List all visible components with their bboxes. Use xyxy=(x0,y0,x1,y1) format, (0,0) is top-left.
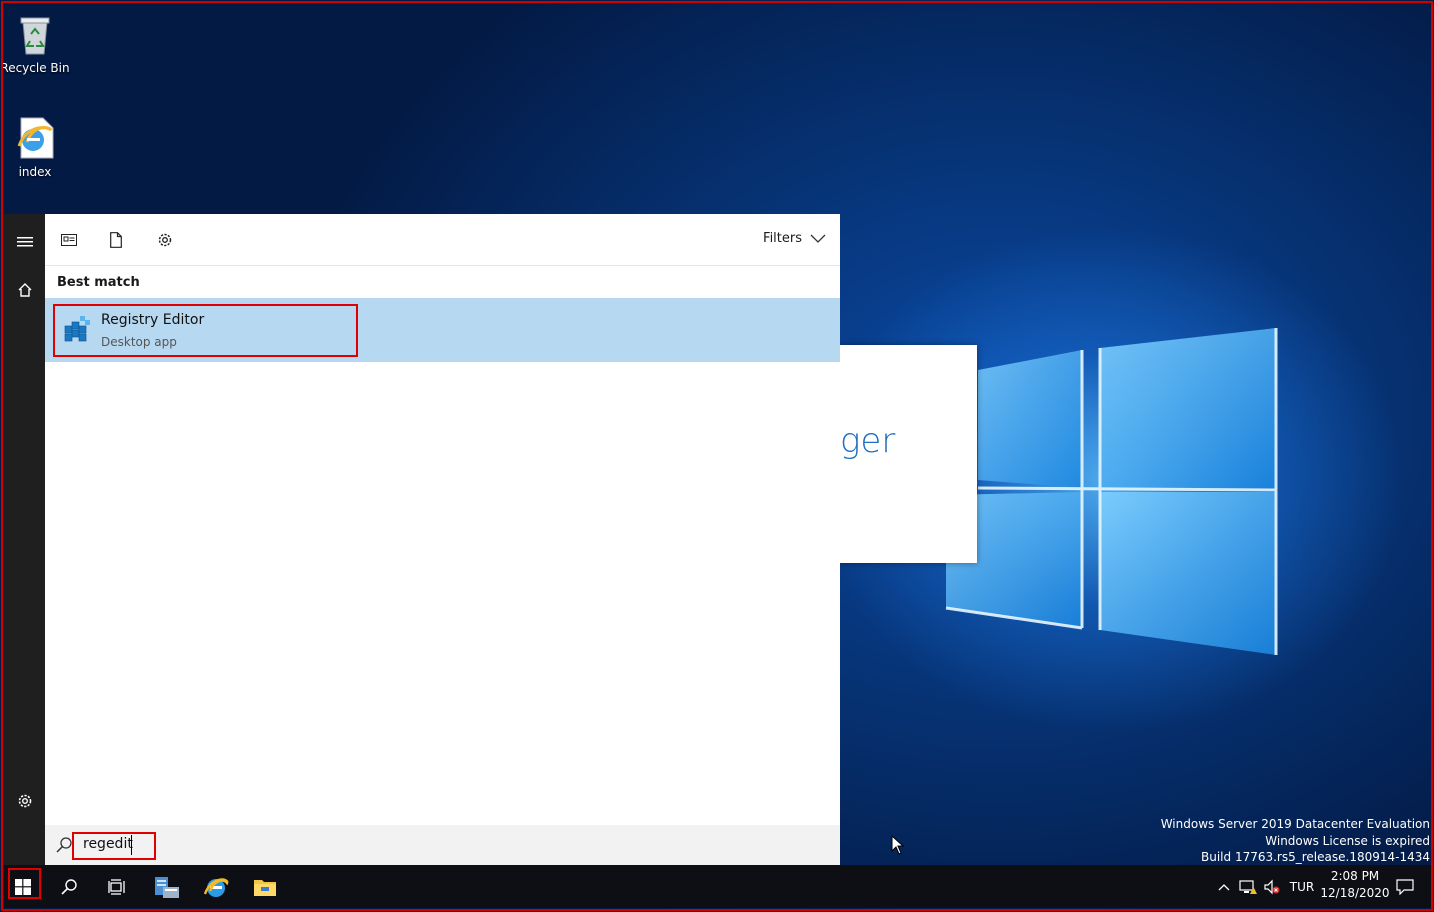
file-explorer-button[interactable] xyxy=(242,865,288,908)
home-button[interactable] xyxy=(4,270,45,310)
filters-label: Filters xyxy=(763,231,802,246)
search-icon xyxy=(56,837,72,853)
start-highlight-box xyxy=(8,868,41,899)
watermark-edition: Windows Server 2019 Datacenter Evaluatio… xyxy=(1160,817,1430,831)
chevron-down-icon xyxy=(810,234,826,243)
show-hidden-icons-button[interactable] xyxy=(1215,865,1233,908)
task-view-button[interactable] xyxy=(94,865,140,908)
start-rail xyxy=(4,214,45,865)
settings-icon xyxy=(158,233,172,247)
desktop-icon-recycle-bin[interactable]: Recycle Bin xyxy=(0,14,70,75)
home-icon xyxy=(18,283,31,297)
recycle-bin-label: Recycle Bin xyxy=(0,61,70,75)
registry-editor-icon xyxy=(64,316,90,342)
result-subtitle: Desktop app xyxy=(101,335,177,349)
network-status-button[interactable] xyxy=(1237,865,1259,908)
apps-icon xyxy=(61,234,77,246)
chevron-up-icon xyxy=(1218,883,1230,890)
input-language-button[interactable]: TUR xyxy=(1287,865,1317,908)
settings-filter-tab[interactable] xyxy=(153,228,177,252)
file-explorer-icon xyxy=(254,879,276,896)
server-manager-button[interactable] xyxy=(144,865,190,908)
mouse-pointer-icon xyxy=(891,835,905,855)
desktop: Recycle Bin index ger Windows Server 201… xyxy=(0,0,1434,912)
background-window-title-fragment: ger xyxy=(840,421,896,461)
watermark-build: Build 17763.rs5_release.180914-1434 xyxy=(1201,850,1430,864)
search-icon xyxy=(61,878,77,895)
server-manager-icon xyxy=(155,876,179,898)
taskbar: TUR 2:08 PM 12/18/2020 xyxy=(3,865,1431,908)
action-center-button[interactable] xyxy=(1393,865,1417,908)
best-match-heading: Best match xyxy=(57,275,140,290)
volume-button[interactable] xyxy=(1261,865,1283,908)
search-panel-header: Filters xyxy=(45,214,840,266)
apps-filter-tab[interactable] xyxy=(57,228,81,252)
activation-watermark: Windows Server 2019 Datacenter Evaluatio… xyxy=(1161,816,1430,866)
result-highlight-box xyxy=(53,304,358,357)
task-view-icon xyxy=(108,878,125,895)
result-title: Registry Editor xyxy=(101,312,205,328)
index-label: index xyxy=(18,165,52,179)
gear-icon xyxy=(18,794,31,808)
documents-filter-tab[interactable] xyxy=(104,228,128,252)
hamburger-icon xyxy=(16,237,33,247)
documents-icon xyxy=(110,232,122,248)
clock-date: 12/18/2020 xyxy=(1320,886,1390,900)
notification-icon xyxy=(1396,878,1414,895)
network-warning-icon xyxy=(1239,879,1257,894)
text-caret xyxy=(131,835,132,855)
clock-time: 2:08 PM xyxy=(1330,869,1380,883)
internet-explorer-file-icon xyxy=(17,117,54,159)
background-window[interactable]: ger xyxy=(840,345,977,563)
volume-muted-icon xyxy=(1264,879,1280,894)
result-registry-editor[interactable]: Registry Editor Desktop app xyxy=(45,298,840,362)
clock-button[interactable]: 2:08 PM 12/18/2020 xyxy=(1315,868,1395,902)
filters-dropdown[interactable]: Filters xyxy=(763,231,826,246)
recycle-bin-icon xyxy=(20,17,50,55)
watermark-license: Windows License is expired xyxy=(1265,833,1430,848)
settings-button[interactable] xyxy=(4,781,45,821)
taskbar-search-button[interactable] xyxy=(46,865,92,908)
search-panel: Filters Best match Registry Editor Deskt… xyxy=(45,214,840,865)
search-bar xyxy=(45,825,840,865)
internet-explorer-icon xyxy=(203,877,229,897)
internet-explorer-button[interactable] xyxy=(193,865,239,908)
desktop-icon-index[interactable]: index xyxy=(0,116,70,179)
search-input[interactable] xyxy=(83,836,143,852)
expand-menu-button[interactable] xyxy=(4,222,45,262)
